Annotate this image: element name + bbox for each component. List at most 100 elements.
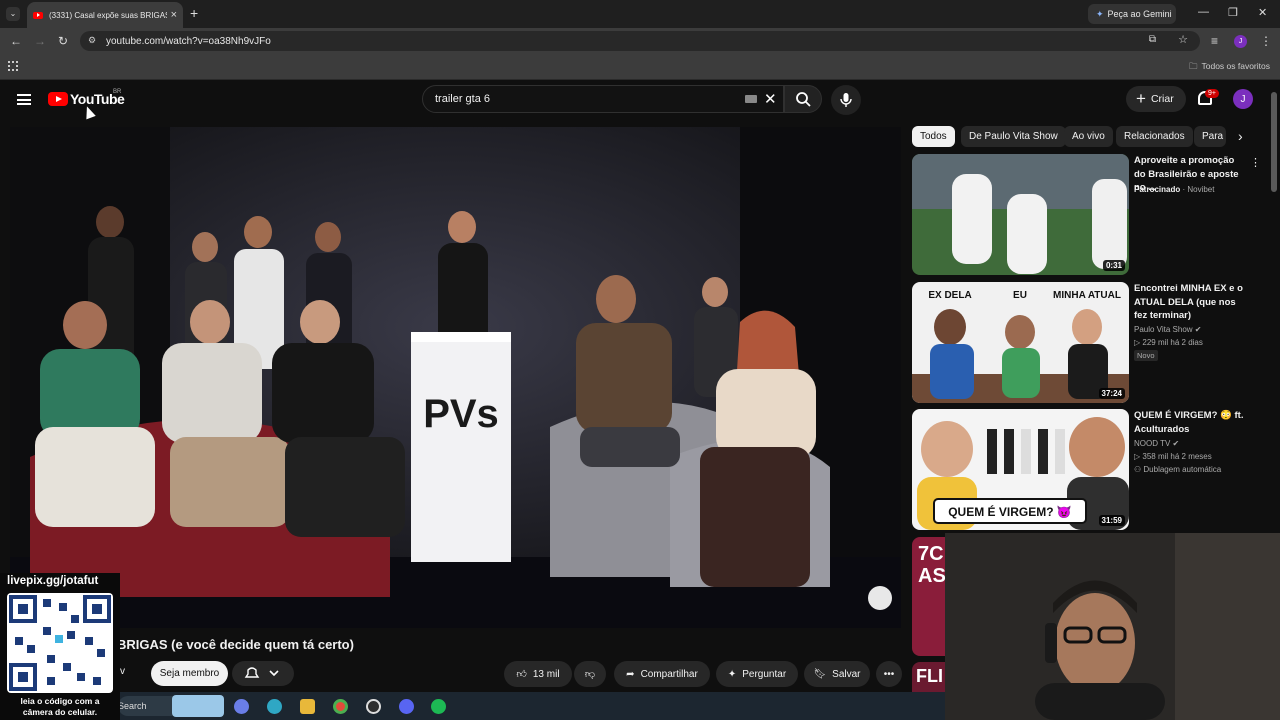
chip-ao-vivo[interactable]: Ao vivo [1064, 126, 1113, 147]
related-thumbnail-5[interactable]: FLI [912, 662, 945, 692]
forward-icon[interactable]: → [34, 34, 46, 48]
related-channel-2[interactable]: Paulo Vita Show ✔ [1134, 323, 1202, 336]
ask-button[interactable]: ✦ Perguntar [716, 661, 798, 687]
chrome-icon[interactable] [333, 699, 348, 714]
related-extra-3: ⚇ Dublagem automática [1134, 463, 1221, 476]
views-and-age: 229 mil há 2 dias [1142, 338, 1203, 347]
search-button[interactable] [784, 85, 822, 113]
gemini-button[interactable]: ✦ Peça ao Gemini [1088, 4, 1176, 24]
qr-code-image [7, 593, 113, 693]
bookmarks-bar: 🗀 Todos os favoritos [0, 54, 1280, 80]
spotify-icon[interactable] [431, 699, 446, 714]
like-button[interactable]: 👍︎ 13 mil [504, 661, 572, 687]
browser-menu-icon[interactable]: ⋮ [1260, 34, 1272, 48]
site-info-icon[interactable]: ⚙ [88, 35, 96, 46]
auto-dubbing-label: Dublagem automática [1143, 465, 1222, 474]
verified-icon: ✔ [1172, 439, 1180, 448]
more-options-icon[interactable]: ⋮ [1250, 156, 1261, 169]
minimize-icon[interactable]: — [1198, 6, 1209, 18]
channel-name-fragment[interactable]: v [120, 666, 125, 677]
media-control-icon[interactable]: ≡ [1211, 34, 1218, 48]
install-icon[interactable]: ⧉ [1149, 34, 1156, 45]
profile-avatar[interactable]: J [1234, 35, 1247, 48]
active-tab[interactable]: (3331) Casal expõe suas BRIGAS × [27, 2, 183, 28]
subscription-bell-button[interactable] [232, 661, 294, 686]
chip-todos[interactable]: Todos [912, 126, 955, 147]
bookmark-icon: 🔖︎ [813, 668, 827, 680]
save-button[interactable]: 🔖︎ Salvar [804, 661, 870, 687]
new-tab-icon[interactable]: + [190, 5, 198, 21]
video-thumbnail-image: QUEM É VIRGEM? 😈 [912, 409, 1129, 530]
thumb-label-eu: EU [1013, 290, 1027, 301]
new-badge: Novo [1134, 350, 1158, 361]
more-actions-button[interactable]: ••• [876, 661, 902, 687]
channel-watermark-icon[interactable] [868, 586, 892, 610]
hamburger-menu-icon[interactable] [17, 94, 31, 105]
related-thumbnail-4[interactable]: 7C AS [912, 537, 945, 656]
thumbs-down-icon: 👎︎ [584, 669, 596, 680]
page-scrollbar[interactable] [1271, 92, 1277, 192]
clear-search-icon[interactable]: ✕ [764, 90, 777, 108]
related-thumbnail-2[interactable]: EX DELA EU MINHA ATUAL 37:24 [912, 282, 1129, 403]
qr-caption: leia o código com a câmera do celular. [0, 696, 120, 718]
all-favorites-link[interactable]: 🗀 Todos os favoritos [1189, 61, 1270, 75]
share-label: Compartilhar [640, 668, 698, 680]
ad-thumbnail-image [912, 154, 1129, 275]
related-thumbnail-1[interactable]: 0:31 [912, 154, 1129, 275]
create-label: Criar [1150, 93, 1174, 105]
edge-icon[interactable] [267, 699, 282, 714]
join-member-button[interactable]: Seja membro [151, 661, 228, 686]
share-icon: ➦ [626, 668, 635, 680]
podium-logo: PVs [423, 392, 499, 436]
chip-relacionados[interactable]: Relacionados [1116, 126, 1193, 147]
restore-icon[interactable]: ❐ [1228, 6, 1238, 19]
youtube-favicon-icon [33, 11, 43, 19]
copilot-icon[interactable] [234, 699, 249, 714]
chip-de-paulo-vita-show[interactable]: De Paulo Vita Show [961, 126, 1066, 147]
related-meta-1: Patrocinado · Novibet [1134, 185, 1215, 194]
search-icon [796, 92, 811, 107]
create-button[interactable]: + Criar [1126, 86, 1186, 112]
url-text: youtube.com/watch?v=oa38Nh9vJFo [106, 35, 271, 47]
reload-icon[interactable]: ↻ [58, 34, 68, 48]
duration-badge: 0:31 [1102, 260, 1125, 271]
tab-close-icon[interactable]: × [171, 9, 177, 21]
youtube-masthead: YouTube BR trailer gta 6 ✕ + Criar 9+ J [0, 80, 1280, 120]
youtube-logo-icon[interactable] [48, 92, 68, 106]
advertiser-name: Novibet [1187, 185, 1215, 194]
gemini-icon: ✦ [1096, 8, 1104, 19]
url-field[interactable]: ⚙ youtube.com/watch?v=oa38Nh9vJFo ⧉ ☆ [80, 31, 1200, 51]
related-title-2[interactable]: Encontrei MINHA EX e o ATUAL DELA (que n… [1134, 282, 1246, 323]
all-favorites-label: Todos os favoritos [1201, 61, 1270, 71]
tab-list-button[interactable]: ⌄ [6, 7, 20, 21]
voice-search-button[interactable] [831, 85, 861, 115]
close-window-icon[interactable]: ✕ [1258, 6, 1267, 19]
thumbs-up-icon: 👍︎ [516, 669, 527, 680]
channel-name: NOOD TV [1134, 439, 1171, 448]
partial-thumb-text: FLI [916, 666, 943, 686]
chips-next-icon[interactable]: › [1238, 128, 1243, 144]
video-player[interactable]: PVs [10, 127, 901, 628]
search-input[interactable]: trailer gta 6 [422, 85, 784, 113]
obs-icon[interactable] [366, 699, 381, 714]
file-explorer-icon[interactable] [300, 699, 315, 714]
plus-icon: + [1136, 89, 1146, 108]
play-icon: ▷ [1134, 338, 1141, 347]
qr-caption-line-2: câmera do celular. [22, 707, 98, 717]
back-icon[interactable]: ← [10, 34, 22, 48]
thumb-label-minha-atual: MINHA ATUAL [1053, 290, 1121, 301]
related-channel-3[interactable]: NOOD TV ✔ [1134, 437, 1179, 450]
channel-name: Paulo Vita Show [1134, 325, 1193, 334]
account-avatar[interactable]: J [1233, 89, 1253, 109]
chip-para[interactable]: Para [1194, 126, 1226, 147]
discord-icon[interactable] [399, 699, 414, 714]
share-button[interactable]: ➦ Compartilhar [614, 661, 710, 687]
related-thumbnail-3[interactable]: QUEM É VIRGEM? 😈 31:59 [912, 409, 1129, 530]
related-title-3[interactable]: QUEM É VIRGEM? 😳 ft. Aculturados [1134, 409, 1246, 436]
apps-grid-icon[interactable] [8, 61, 18, 71]
keyboard-icon[interactable] [745, 95, 757, 103]
bookmark-star-icon[interactable]: ☆ [1178, 33, 1188, 46]
search-label: Search [118, 701, 147, 711]
dislike-button[interactable]: 👎︎ [574, 661, 606, 687]
sponsored-label: Patrocinado [1134, 185, 1181, 194]
